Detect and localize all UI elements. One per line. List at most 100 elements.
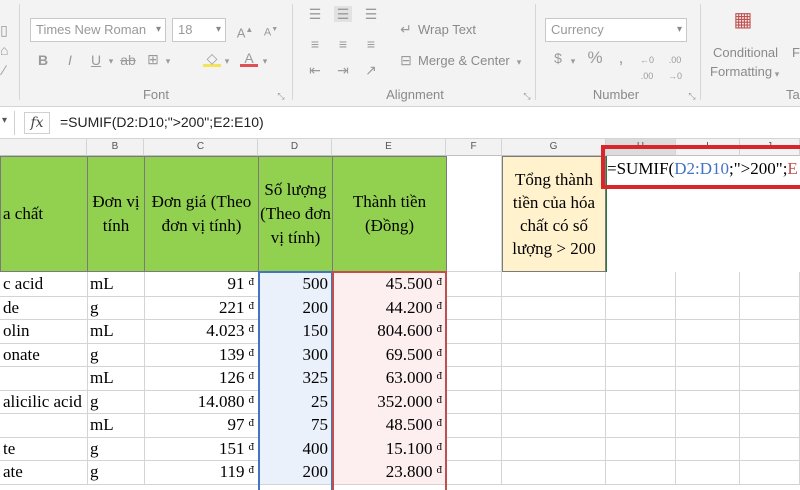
cell-c-row[interactable]: 151 đ [144, 436, 259, 461]
cell-g-row[interactable] [502, 342, 606, 367]
cell-h-row[interactable] [606, 389, 676, 414]
cell-g-row[interactable] [502, 436, 606, 461]
merge-center-icon[interactable]: ⊟ [398, 52, 414, 68]
cell-a-row[interactable]: c acid [0, 272, 88, 297]
column-header-f[interactable]: F [446, 139, 502, 156]
decrease-font-icon[interactable]: A▼ [262, 22, 280, 41]
cell-i-row[interactable] [676, 272, 740, 297]
cell-c-row[interactable]: 119 đ [144, 460, 259, 485]
column-header-a[interactable] [0, 139, 87, 156]
conditional-formatting-button-line2[interactable]: Formatting [710, 64, 772, 79]
decrease-decimal-icon[interactable]: .00 →0 [664, 52, 686, 84]
cell-g-row[interactable] [502, 389, 606, 414]
format-painter-icon[interactable]: ⌂ [0, 42, 8, 58]
cell-f-row[interactable] [446, 436, 502, 461]
cell-b-row[interactable]: g [87, 389, 145, 414]
cell-g-row[interactable] [502, 272, 606, 297]
wrap-text-icon[interactable]: ↵ [398, 21, 414, 37]
insert-function-button[interactable]: fx [24, 112, 50, 134]
chevron-down-icon[interactable]: ▾ [106, 53, 116, 69]
cell-i-row[interactable] [676, 436, 740, 461]
cell-f-row[interactable] [446, 319, 502, 344]
cell-h-row[interactable] [606, 319, 676, 344]
conditional-formatting-icon[interactable]: ▦ [732, 8, 754, 34]
chevron-down-icon[interactable]: ▾ [772, 66, 782, 82]
underline-button[interactable]: U [88, 52, 104, 68]
cell-c-row[interactable]: 14.080 đ [144, 389, 259, 414]
cell-i-row[interactable] [676, 389, 740, 414]
cell-f-row[interactable] [446, 389, 502, 414]
cell-i-row[interactable] [676, 366, 740, 391]
cell-b-row[interactable]: mL [87, 319, 145, 344]
header-cell-quantity[interactable]: Số lượng (Theo đơn vị tính) [258, 156, 333, 272]
italic-button[interactable]: I [62, 52, 78, 68]
font-name-combo[interactable]: Times New Roman ▾ [30, 18, 166, 42]
formula-input[interactable]: =SUMIF(D2:D10;">200";E2:E10) [60, 114, 264, 130]
chevron-down-icon[interactable]: ▾ [514, 54, 524, 70]
cell-b-row[interactable]: g [87, 436, 145, 461]
cell-a-row[interactable]: te [0, 436, 88, 461]
cell-g-row[interactable] [502, 319, 606, 344]
cell-c-row[interactable]: 4.023 đ [144, 319, 259, 344]
cell-g-row[interactable] [502, 460, 606, 485]
cell-h-row[interactable] [606, 272, 676, 297]
dialog-launcher-icon[interactable]: ⤡ [276, 88, 286, 104]
borders-icon[interactable]: ⊞ [145, 51, 161, 67]
cell-j-row[interactable] [740, 389, 800, 414]
cell-h-row[interactable] [606, 342, 676, 367]
accounting-icon[interactable]: $ [549, 50, 567, 66]
cell-a-row[interactable] [0, 366, 88, 391]
comma-style-icon[interactable]: , [614, 49, 628, 66]
cell-j-row[interactable] [740, 342, 800, 367]
number-format-combo[interactable]: Currency ▾ [545, 18, 687, 42]
cell-a-row[interactable] [0, 413, 88, 438]
column-header-g[interactable]: G [502, 139, 606, 156]
header-cell-price[interactable]: Đơn giá (Theo đơn vị tính) [144, 156, 259, 272]
chevron-down-icon[interactable]: ▾ [260, 53, 270, 69]
brush-icon[interactable]: ∕ [0, 62, 8, 78]
align-right-icon[interactable]: ≡ [362, 36, 380, 52]
cell-f-row[interactable] [446, 460, 502, 485]
cell-c-row[interactable]: 126 đ [144, 366, 259, 391]
cell-f-row[interactable] [446, 342, 502, 367]
cell-h-row[interactable] [606, 295, 676, 320]
cell-c-row[interactable]: 91 đ [144, 272, 259, 297]
decrease-indent-icon[interactable]: ⇤ [306, 62, 324, 78]
bold-button[interactable]: B [35, 52, 51, 68]
cell-f-row[interactable] [446, 413, 502, 438]
increase-font-icon[interactable]: A▲ [236, 22, 254, 41]
column-header-b[interactable]: B [87, 139, 144, 156]
orientation-icon[interactable]: ↗ [362, 62, 380, 78]
cell-h-row[interactable] [606, 413, 676, 438]
cell-a-row[interactable]: de [0, 295, 88, 320]
chevron-down-icon[interactable]: ▾ [568, 53, 578, 69]
header-cell-unit[interactable]: Đơn vị tính [87, 156, 145, 272]
column-header-c[interactable]: C [144, 139, 258, 156]
strikethrough-icon[interactable]: ab [120, 52, 136, 68]
cell-h-row[interactable] [606, 436, 676, 461]
align-top-icon[interactable]: ☰ [306, 6, 324, 22]
cell-g-row[interactable] [502, 295, 606, 320]
column-header-e[interactable]: E [332, 139, 446, 156]
wrap-text-button[interactable]: Wrap Text [418, 22, 476, 37]
cell-b-row[interactable]: mL [87, 272, 145, 297]
cell-a-row[interactable]: olin [0, 319, 88, 344]
cell-i-row[interactable] [676, 413, 740, 438]
increase-indent-icon[interactable]: ⇥ [334, 62, 352, 78]
cell-f-row[interactable] [446, 295, 502, 320]
header-cell-amount[interactable]: Thành tiền (Đồng) [332, 156, 447, 272]
conditional-formatting-button[interactable]: Conditional [713, 45, 778, 60]
header-cell-name[interactable]: a chất [0, 156, 88, 272]
cell-j-row[interactable] [740, 436, 800, 461]
cell-b-row[interactable]: g [87, 460, 145, 485]
cell-c-row[interactable]: 97 đ [144, 413, 259, 438]
name-box-chevron-icon[interactable]: ▾ [2, 115, 7, 126]
cell-i-row[interactable] [676, 460, 740, 485]
cell-b-row[interactable]: g [87, 295, 145, 320]
dialog-launcher-icon[interactable]: ⤡ [687, 88, 697, 104]
align-middle-icon[interactable]: ☰ [334, 6, 352, 22]
align-center-icon[interactable]: ≡ [334, 36, 352, 52]
cell-f-row[interactable] [446, 272, 502, 297]
editing-formula-text[interactable]: =SUMIF(D2:D10;">200";E [607, 159, 798, 179]
font-size-combo[interactable]: 18 ▾ [172, 18, 226, 42]
